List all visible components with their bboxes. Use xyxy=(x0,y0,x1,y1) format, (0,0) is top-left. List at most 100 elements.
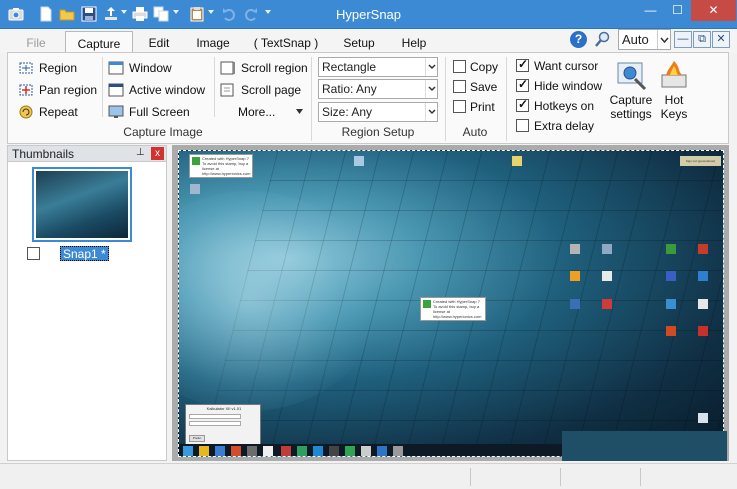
desktop-icon xyxy=(602,244,612,254)
desktop-icon xyxy=(512,156,522,166)
chevron-down-icon xyxy=(296,109,303,114)
tab-textsnap[interactable]: ( TextSnap ) xyxy=(250,33,322,53)
pan-region-icon xyxy=(19,84,33,96)
desktop-icon xyxy=(698,271,708,281)
full-screen-icon xyxy=(108,105,124,118)
capture-image-group-label: Capture Image xyxy=(123,125,203,139)
watermark-line: http://www.hyperionics.com xyxy=(202,171,251,176)
chevron-down-icon[interactable] xyxy=(425,103,437,121)
zoom-select[interactable]: Auto xyxy=(618,29,671,50)
repeat-icon xyxy=(19,105,33,119)
mdi-minimize-button[interactable]: — xyxy=(674,31,692,48)
maximize-button[interactable]: ☐ xyxy=(664,0,691,21)
hot-keys-button[interactable]: Hot Keys xyxy=(656,59,692,121)
desktop-icon xyxy=(666,299,676,309)
shape-select[interactable]: Rectangle xyxy=(318,57,438,77)
chevron-down-icon[interactable] xyxy=(425,80,437,98)
help-icon[interactable]: ? xyxy=(570,31,587,48)
hot-keys-icon xyxy=(661,61,687,88)
thumbnails-pane: Thumbnails ⊥ x Snap1 * xyxy=(7,145,167,461)
desktop-icon xyxy=(666,244,676,254)
repeat-label: Repeat xyxy=(39,105,78,119)
status-divider xyxy=(470,468,471,486)
tab-file[interactable]: File xyxy=(14,33,58,53)
taskbar-icon xyxy=(247,446,257,456)
auto-print-checkbox[interactable] xyxy=(453,100,466,113)
calculator-button: Prefer xyxy=(189,435,205,442)
watermark-stamp: Created with HyperSnap 7 To avoid this s… xyxy=(189,154,253,178)
calculator-field xyxy=(189,421,241,426)
divider xyxy=(445,57,446,141)
shape-value: Rectangle xyxy=(322,60,377,74)
chevron-down-icon[interactable] xyxy=(425,58,437,76)
pin-icon[interactable]: ⊥ xyxy=(136,147,146,159)
capture-settings-button[interactable]: Capture settings xyxy=(608,59,654,121)
watermark-line: http://www.hyperionics.com xyxy=(433,314,482,319)
thumbnail-checkbox[interactable] xyxy=(27,247,40,260)
desktop-icon xyxy=(602,299,612,309)
thumbnail-item[interactable] xyxy=(32,167,132,242)
hot-keys-label-2: Keys xyxy=(660,107,688,121)
taskbar-icon xyxy=(281,446,291,456)
auto-save-label: Save xyxy=(470,80,498,94)
want-cursor-label: Want cursor xyxy=(534,59,599,73)
desktop-icon xyxy=(698,326,708,336)
watermark-stamp: Created with HyperSnap 7 To avoid this s… xyxy=(420,297,486,321)
hypersnap-logo-icon xyxy=(192,157,200,165)
desktop-icon xyxy=(698,244,708,254)
calculator-window: Kalkulator XII v1.01 Prefer xyxy=(185,404,261,445)
tab-help[interactable]: Help xyxy=(394,33,434,53)
close-button[interactable]: ✕ xyxy=(691,0,736,21)
snapshot-image[interactable]: Created with HyperSnap 7 To avoid this s… xyxy=(178,150,724,457)
taskbar-icon xyxy=(231,446,241,456)
minimize-button[interactable]: — xyxy=(637,0,664,21)
desktop-icon xyxy=(666,271,676,281)
window-title: HyperSnap xyxy=(335,7,402,22)
mdi-restore-button[interactable]: ⧉ xyxy=(693,31,711,48)
desktop-icon xyxy=(602,271,612,281)
hide-window-checkbox[interactable] xyxy=(516,77,529,92)
divider xyxy=(102,57,103,117)
pane-close-button[interactable]: x xyxy=(151,147,164,160)
ribbon-panel: Region Pan region Repeat Window Active w… xyxy=(7,52,729,144)
tab-capture[interactable]: Capture xyxy=(65,31,133,54)
thumbnails-title: Thumbnails xyxy=(12,147,75,161)
taskbar-icon xyxy=(361,446,371,456)
want-cursor-checkbox[interactable] xyxy=(516,57,529,72)
thumbnail-label[interactable]: Snap1 * xyxy=(60,246,109,261)
active-window-label: Active window xyxy=(129,83,206,97)
desktop-icon xyxy=(698,299,708,309)
thumbnails-header: Thumbnails ⊥ x xyxy=(8,146,166,162)
auto-copy-checkbox[interactable] xyxy=(453,60,466,73)
pan-region-label: Pan region xyxy=(39,83,98,97)
taskbar-icon xyxy=(215,446,225,456)
tab-setup[interactable]: Setup xyxy=(335,33,383,53)
search-icon[interactable] xyxy=(594,31,611,48)
chevron-down-icon[interactable] xyxy=(657,30,670,49)
auto-copy-label: Copy xyxy=(470,60,499,74)
mdi-close-button[interactable]: ✕ xyxy=(712,31,730,48)
full-screen-label: Full Screen xyxy=(129,105,190,119)
start-icon xyxy=(183,446,193,456)
calculator-title: Kalkulator XII v1.01 xyxy=(206,406,242,411)
hotkeys-on-checkbox[interactable] xyxy=(516,97,529,112)
scroll-page-icon xyxy=(220,83,234,97)
size-select[interactable]: Size: Any xyxy=(318,102,438,122)
desktop-icon xyxy=(666,326,676,336)
extra-delay-checkbox[interactable] xyxy=(516,119,529,132)
tab-image[interactable]: Image xyxy=(190,33,236,53)
tab-edit[interactable]: Edit xyxy=(139,33,179,53)
image-canvas[interactable]: Created with HyperSnap 7 To avoid this s… xyxy=(172,145,729,461)
more-button[interactable]: More... xyxy=(220,103,303,121)
more-label: More... xyxy=(238,105,276,119)
ratio-select[interactable]: Ratio: Any xyxy=(318,79,438,99)
taskbar-icon xyxy=(345,446,355,456)
desktop-icon xyxy=(570,299,580,309)
region-setup-group-label: Region Setup xyxy=(341,125,415,139)
size-value: Size: Any xyxy=(322,105,373,119)
auto-save-checkbox[interactable] xyxy=(453,80,466,93)
status-bar xyxy=(0,463,737,489)
taskbar-icon xyxy=(313,446,323,456)
auto-group-label: Auto xyxy=(462,125,488,139)
window-label: Window xyxy=(129,61,172,75)
